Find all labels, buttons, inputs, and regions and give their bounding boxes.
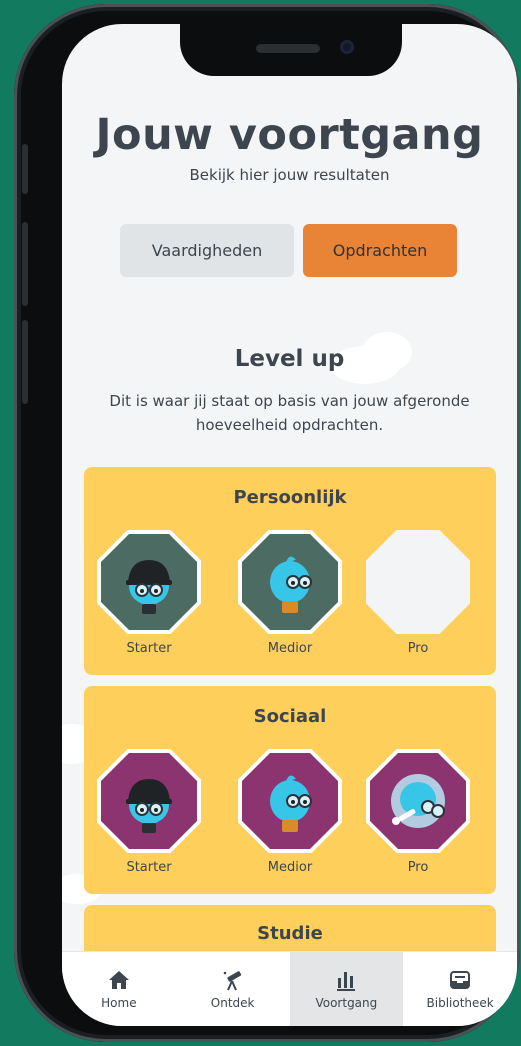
- badge-label: Pro: [407, 860, 429, 875]
- page-title: Jouw voortgang: [95, 110, 484, 160]
- badge-medior-persoonlijk[interactable]: [238, 530, 342, 634]
- bottom-tab-bar: Home Ontdek Voortgang Bibliotheek: [62, 951, 517, 1026]
- badge-starter-persoonlijk[interactable]: [97, 530, 201, 634]
- key-bubble-character-icon: [391, 774, 445, 828]
- level-up-title: Level up: [234, 346, 345, 372]
- tab-vaardigheden[interactable]: Vaardigheden: [120, 224, 294, 277]
- badge-pro-sociaal[interactable]: [366, 749, 470, 853]
- badge-starter-sociaal[interactable]: [97, 749, 201, 853]
- tabbar-label: Home: [101, 996, 137, 1010]
- badge-label: Medior: [267, 641, 313, 656]
- badge-label: Starter: [126, 641, 172, 656]
- badge-label: Starter: [126, 860, 172, 875]
- category-title: Studie: [257, 923, 323, 944]
- volume-up-button: [22, 222, 28, 306]
- home-icon: [108, 971, 129, 989]
- bar-chart-icon: [337, 972, 356, 991]
- tabbar-item-ontdek[interactable]: Ontdek: [176, 952, 290, 1026]
- tabbar-item-bibliotheek[interactable]: Bibliotheek: [403, 952, 517, 1026]
- category-card-persoonlijk: Persoonlijk Starter Medior Pro: [84, 467, 496, 675]
- badge-label: Pro: [407, 641, 429, 656]
- tabbar-label: Bibliotheek: [426, 996, 494, 1010]
- badge-pro-persoonlijk[interactable]: [366, 530, 470, 634]
- tabbar-item-voortgang[interactable]: Voortgang: [289, 952, 404, 1026]
- tabbar-label: Ontdek: [210, 996, 255, 1010]
- page-subtitle: Bekijk hier jouw resultaten: [189, 166, 390, 184]
- volume-down-button: [22, 320, 28, 404]
- telescope-icon: [223, 971, 241, 991]
- level-up-description: Dit is waar jij staat op basis van jouw …: [109, 392, 470, 434]
- category-card-sociaal: Sociaal Starter Medior Pro: [84, 686, 496, 894]
- phone-frame: Jouw voortgang Bekijk hier jouw resultat…: [14, 4, 520, 1042]
- app-screen: Jouw voortgang Bekijk hier jouw resultat…: [62, 24, 517, 1026]
- badge-medior-sociaal[interactable]: [238, 749, 342, 853]
- silent-switch: [22, 144, 28, 194]
- tabbar-label: Voortgang: [315, 996, 378, 1010]
- tabbar-item-home[interactable]: Home: [62, 952, 176, 1026]
- front-camera: [340, 40, 354, 54]
- speaker-grille: [256, 44, 320, 53]
- category-title: Sociaal: [253, 706, 327, 727]
- category-title: Persoonlijk: [233, 487, 347, 508]
- inbox-icon: [450, 971, 471, 989]
- tab-opdrachten[interactable]: Opdrachten: [303, 224, 457, 277]
- badge-label: Medior: [267, 860, 313, 875]
- notch: [180, 24, 402, 76]
